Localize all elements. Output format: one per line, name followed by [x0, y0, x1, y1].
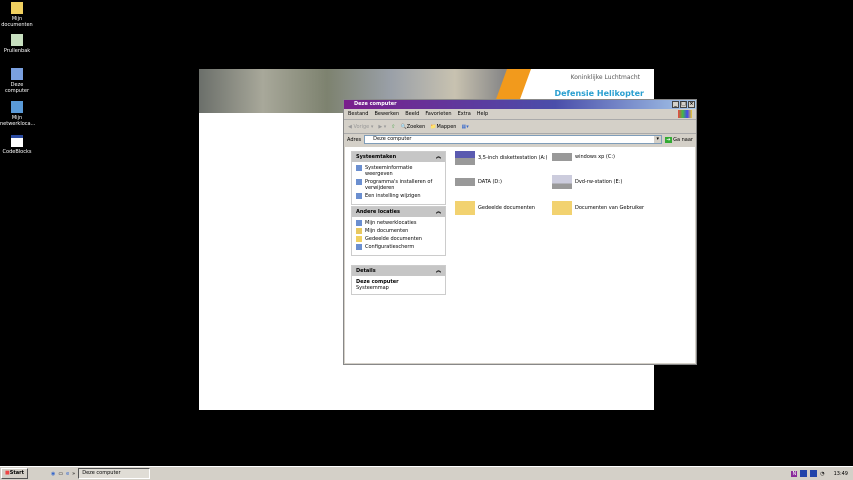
- item-gedeelde-documenten[interactable]: Gedeelde documenten: [455, 201, 535, 215]
- label: Prullenbak: [3, 48, 31, 54]
- computer-icon: [11, 68, 23, 80]
- content-area: Systeemtaken ︽ Systeeminformatie weergeve…: [345, 147, 695, 363]
- programs-icon: [356, 179, 362, 185]
- desktop-icon-deze-computer[interactable]: Deze computer: [0, 68, 34, 94]
- quicklaunch-ie-icon[interactable]: ◉: [51, 471, 55, 477]
- back-button[interactable]: ◀ Vorige ▾: [348, 124, 373, 130]
- control-panel-icon: [356, 193, 362, 199]
- panel-header[interactable]: Systeemtaken ︽: [352, 152, 445, 162]
- info-icon: [356, 165, 362, 171]
- menu-bewerken[interactable]: Bewerken: [374, 111, 399, 117]
- desktop-icon-mijn-documenten[interactable]: Mijn documenten: [0, 2, 34, 28]
- panel-header[interactable]: Details ︽: [352, 266, 445, 276]
- views-button[interactable]: ▦▾: [461, 124, 468, 130]
- link-netwerk[interactable]: Mijn netwerklocaties: [356, 220, 441, 226]
- link-configuratie[interactable]: Configuratiescherm: [356, 244, 441, 250]
- shared-folder-icon: [455, 201, 475, 215]
- label: Mijn documenten: [1, 16, 33, 28]
- search-button[interactable]: 🔍Zoeken: [401, 124, 426, 130]
- item-documenten-gebruiker[interactable]: Documenten van Gebruiker: [552, 201, 644, 215]
- start-button[interactable]: ■Start: [1, 468, 28, 479]
- up-folder-button[interactable]: ⇧: [391, 124, 395, 130]
- tray-icon-onenote[interactable]: N: [791, 470, 798, 477]
- folder-icon: [552, 201, 572, 215]
- link-gedeeld[interactable]: Gedeelde documenten: [356, 236, 441, 242]
- folder-icon: [356, 236, 362, 242]
- panel-header[interactable]: Andere locaties ︽: [352, 207, 445, 217]
- menu-extra[interactable]: Extra: [458, 111, 471, 117]
- documents-icon: [11, 2, 23, 14]
- codeblocks-icon: [11, 135, 23, 147]
- taskbar-button-deze-computer[interactable]: Deze computer: [78, 468, 151, 479]
- collapse-icon: ︽: [435, 154, 441, 160]
- label: Deze computer: [4, 82, 30, 94]
- item-dvd[interactable]: Dvd-rw-station (E:): [552, 175, 622, 189]
- desktop-icon-netwerk[interactable]: Mijn netwerkloca...: [0, 101, 36, 127]
- folders-button[interactable]: 📁Mappen: [430, 124, 456, 130]
- item-floppy[interactable]: 3,5-inch diskettestation (A:): [455, 151, 548, 165]
- toolbar: ◀ Vorige ▾ ▶ ▾ ⇧ 🔍Zoeken 📁Mappen ▦▾: [344, 120, 696, 134]
- address-input[interactable]: Deze computer ▾: [364, 135, 663, 144]
- collapse-icon: ︽: [435, 268, 441, 274]
- maximize-button[interactable]: □: [680, 101, 687, 108]
- tray-icon-2[interactable]: [810, 470, 818, 477]
- menu-bar: Bestand Bewerken Beeld Favorieten Extra …: [344, 109, 696, 120]
- quicklaunch-desktop-icon[interactable]: ▭: [58, 471, 63, 477]
- address-label: Adres: [347, 136, 362, 143]
- menu-favorieten[interactable]: Favorieten: [425, 111, 451, 117]
- task-systeeminfo[interactable]: Systeeminformatie weergeven: [356, 165, 441, 177]
- window-title: Deze computer: [354, 101, 397, 107]
- panel-systeemtaken: Systeemtaken ︽ Systeeminformatie weergeve…: [351, 151, 446, 205]
- link-documenten[interactable]: Mijn documenten: [356, 228, 441, 234]
- task-programmas[interactable]: Programma's installeren of verwijderen: [356, 179, 441, 191]
- banner-title: Defensie Helikopter: [554, 89, 644, 98]
- tray-icon-1[interactable]: [800, 470, 808, 477]
- menu-help[interactable]: Help: [477, 111, 488, 117]
- explorer-window: Deze computer _ □ × Bestand Bewerken Bee…: [343, 99, 697, 365]
- item-drive-d[interactable]: DATA (D:): [455, 178, 502, 186]
- control-panel-icon: [356, 244, 362, 250]
- menu-beeld[interactable]: Beeld: [405, 111, 419, 117]
- documents-icon: [356, 228, 362, 234]
- dropdown-icon[interactable]: ▾: [654, 136, 662, 143]
- drive-icon: [552, 153, 572, 161]
- collapse-icon: ︽: [435, 209, 441, 215]
- panel-andere-locaties: Andere locaties ︽ Mijn netwerklocaties Mi…: [351, 206, 446, 256]
- network-icon: [11, 101, 23, 113]
- details-type: Systeemmap: [356, 285, 389, 291]
- task-instelling[interactable]: Een instelling wijzigen: [356, 193, 441, 199]
- menu-bestand[interactable]: Bestand: [348, 111, 368, 117]
- drive-icon: [455, 178, 475, 186]
- desktop-icon-prullenbak[interactable]: Prullenbak: [0, 34, 34, 54]
- label: CodeBlocks: [2, 149, 32, 155]
- label: Mijn netwerkloca...: [0, 115, 36, 127]
- clock: 13:49: [833, 470, 848, 477]
- taskbar: ■Start ◉ ▭ e » Deze computer N ◔ 13:49: [0, 466, 853, 480]
- network-icon: [356, 220, 362, 226]
- go-button[interactable]: ➔ Ga naar: [665, 136, 693, 143]
- dvd-icon: [552, 175, 572, 189]
- recycle-bin-icon: [11, 34, 23, 46]
- panel-details: Details ︽ Deze computer Systeemmap: [351, 265, 446, 295]
- banner-subtitle: Koninklijke Luchtmacht: [570, 74, 640, 81]
- address-bar: Adres Deze computer ▾ ➔ Ga naar: [344, 134, 696, 145]
- close-button[interactable]: ×: [688, 101, 695, 108]
- item-drive-c[interactable]: windows xp (C:): [552, 153, 615, 161]
- go-arrow-icon: ➔: [665, 136, 672, 143]
- windows-logo-icon: [678, 110, 692, 118]
- title-bar[interactable]: Deze computer _ □ ×: [344, 100, 696, 109]
- forward-button[interactable]: ▶ ▾: [378, 124, 386, 130]
- tray-icon-volume[interactable]: ◔: [820, 471, 824, 477]
- minimize-button[interactable]: _: [672, 101, 679, 108]
- floppy-icon: [455, 151, 475, 165]
- quicklaunch-more-icon[interactable]: »: [72, 471, 75, 477]
- desktop-icon-codeblocks[interactable]: CodeBlocks: [0, 135, 34, 155]
- quicklaunch-browser-icon[interactable]: e: [66, 471, 69, 477]
